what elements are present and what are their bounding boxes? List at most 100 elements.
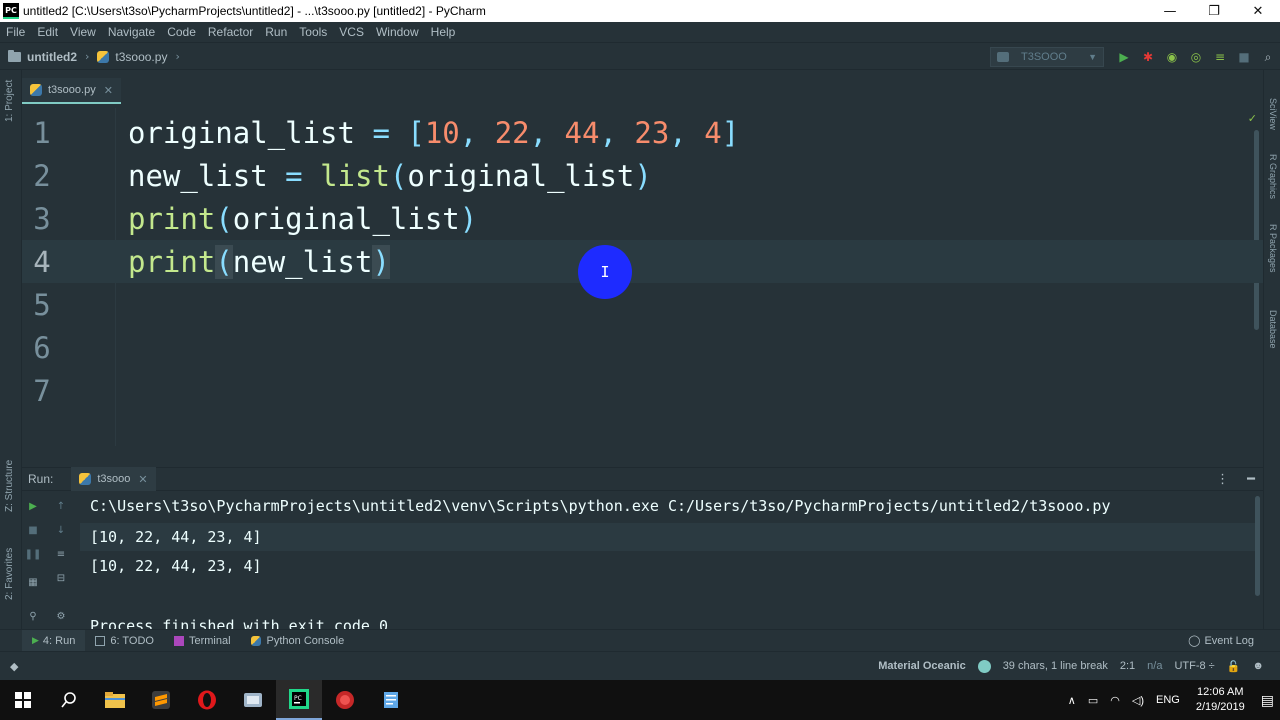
- breadcrumb-file[interactable]: t3sooo.py: [97, 50, 167, 64]
- editor-tabs: t3sooo.py ✕: [22, 78, 1263, 104]
- tray-expand-icon[interactable]: ∧: [1062, 694, 1082, 707]
- run-button[interactable]: ▶: [1112, 45, 1136, 69]
- editor-tab-t3sooo[interactable]: t3sooo.py ✕: [22, 78, 121, 104]
- virtualbox-icon[interactable]: [230, 680, 276, 720]
- search-icon[interactable]: [46, 680, 92, 720]
- hide-panel-icon[interactable]: ━: [1247, 472, 1255, 487]
- caret-position[interactable]: 2:1: [1120, 660, 1135, 672]
- line-separator-info[interactable]: n/a: [1147, 660, 1162, 672]
- soft-wrap-icon[interactable]: ≡: [54, 547, 68, 561]
- screen-recorder-icon[interactable]: [322, 680, 368, 720]
- code-text: new_list = list(original_list): [128, 158, 652, 193]
- breadcrumb-separator-icon: ›: [85, 50, 90, 63]
- run-tab-t3sooo[interactable]: t3sooo ✕: [71, 467, 156, 491]
- volume-icon[interactable]: ◁): [1126, 694, 1150, 707]
- pin-tab-icon[interactable]: ⚲: [26, 609, 40, 623]
- tool-tab-python-console[interactable]: Python Console: [241, 630, 355, 652]
- battery-icon[interactable]: ▭: [1082, 694, 1104, 707]
- breadcrumb-separator-icon: ›: [175, 50, 180, 63]
- concurrency-diagram-button[interactable]: ≡: [1208, 45, 1232, 69]
- structure-tool-tab[interactable]: Z: Structure: [4, 460, 15, 512]
- minimize-button[interactable]: —: [1148, 0, 1192, 22]
- windows-start-icon[interactable]: [0, 680, 46, 720]
- profile-button[interactable]: ◎: [1184, 45, 1208, 69]
- debug-button[interactable]: ✱: [1136, 45, 1160, 69]
- tool-tab-python-console-label: Python Console: [266, 634, 345, 647]
- tool-tab-event-log-label: Event Log: [1204, 634, 1254, 647]
- restore-button[interactable]: ❐: [1192, 0, 1236, 22]
- stop-button[interactable]: ■: [1232, 45, 1256, 69]
- rerun-button[interactable]: ▶: [26, 499, 40, 513]
- settings-icon[interactable]: ⚙: [54, 609, 68, 623]
- menu-navigate[interactable]: Navigate: [102, 25, 161, 39]
- print-icon[interactable]: ⊟: [54, 571, 68, 585]
- sciview-tool-tab[interactable]: SciView: [1268, 98, 1278, 130]
- tool-tab-todo[interactable]: 6: TODO: [85, 630, 164, 652]
- selection-info: 39 chars, 1 line break: [1002, 660, 1108, 672]
- project-tool-tab[interactable]: 1: Project: [4, 80, 15, 122]
- stop-run-button[interactable]: ■: [26, 523, 40, 537]
- r-graphics-tool-tab[interactable]: R Graphics: [1268, 154, 1278, 199]
- menu-window[interactable]: Window: [370, 25, 425, 39]
- console-output-line: [10, 22, 44, 23, 4]: [90, 557, 262, 575]
- code-editor[interactable]: ✓ 1 original_list = [10, 22, 44, 23, 4] …: [22, 108, 1263, 446]
- clock[interactable]: 12:06 AM 2/19/2019: [1186, 685, 1255, 715]
- window-title: untitled2 [C:\Users\t3so\PycharmProjects…: [23, 4, 486, 18]
- menu-file[interactable]: File: [0, 25, 31, 39]
- r-packages-tool-tab[interactable]: R Packages: [1268, 224, 1278, 273]
- search-everywhere-icon[interactable]: ⌕: [1256, 45, 1280, 69]
- console-output-line: [10, 22, 44, 23, 4]: [80, 523, 1256, 551]
- run-configuration-label: T3SOOO: [1021, 51, 1067, 63]
- run-console-output[interactable]: C:\Users\t3so\PycharmProjects\untitled2\…: [80, 491, 1256, 629]
- pycharm-taskbar-icon[interactable]: PC: [276, 680, 322, 720]
- folder-icon: [8, 49, 21, 62]
- menu-refactor[interactable]: Refactor: [202, 25, 259, 39]
- tool-tab-event-log[interactable]: ◯ Event Log: [1178, 630, 1264, 652]
- code-line-1: 1 original_list = [10, 22, 44, 23, 4]: [22, 111, 1263, 154]
- more-options-icon[interactable]: ⋮: [1216, 472, 1229, 487]
- wifi-icon[interactable]: ◠: [1104, 694, 1126, 707]
- run-with-coverage-button[interactable]: ◉: [1160, 45, 1184, 69]
- svg-text:PC: PC: [294, 695, 302, 702]
- tool-tab-run-label: 4: Run: [42, 634, 76, 647]
- close-tab-icon[interactable]: ✕: [104, 84, 113, 97]
- restore-layout-icon[interactable]: ▦: [26, 575, 40, 589]
- input-language[interactable]: ENG: [1150, 694, 1186, 706]
- sublime-text-icon[interactable]: [138, 680, 184, 720]
- menu-view[interactable]: View: [64, 25, 102, 39]
- tool-windows-toggle-icon[interactable]: ◆: [10, 660, 18, 673]
- menu-code[interactable]: Code: [161, 25, 202, 39]
- pause-button[interactable]: ❚❚: [25, 547, 42, 561]
- editor-tab-label: t3sooo.py: [48, 84, 96, 96]
- console-scrollbar[interactable]: [1255, 496, 1260, 596]
- run-configuration-select[interactable]: T3SOOO ▼: [990, 47, 1104, 67]
- theme-name[interactable]: Material Oceanic: [878, 660, 965, 672]
- menu-run[interactable]: Run: [259, 25, 293, 39]
- menu-tools[interactable]: Tools: [293, 25, 333, 39]
- menu-vcs[interactable]: VCS: [333, 25, 370, 39]
- menu-edit[interactable]: Edit: [31, 25, 64, 39]
- file-explorer-icon[interactable]: [92, 680, 138, 720]
- line-number: 4: [33, 244, 51, 279]
- console-exit-line: Process finished with exit code 0: [90, 617, 389, 629]
- breadcrumb-project[interactable]: untitled2: [0, 49, 77, 64]
- down-arrow-icon[interactable]: ↓: [54, 523, 68, 537]
- opera-browser-icon[interactable]: [184, 680, 230, 720]
- tool-tab-run[interactable]: ▶ 4: Run: [22, 629, 86, 652]
- line-number: 6: [33, 330, 51, 365]
- inspector-icon[interactable]: ☻: [1252, 660, 1264, 672]
- lock-icon[interactable]: 🔓: [1227, 660, 1241, 673]
- python-file-icon: [97, 50, 110, 63]
- tool-tab-terminal[interactable]: Terminal: [164, 630, 241, 652]
- python-config-icon: [997, 52, 1009, 62]
- menu-help[interactable]: Help: [425, 25, 462, 39]
- favorites-tool-tab[interactable]: 2: Favorites: [4, 548, 15, 600]
- notifications-icon[interactable]: ▤: [1255, 692, 1280, 709]
- status-bar: ◆ Material Oceanic 39 chars, 1 line brea…: [0, 651, 1280, 680]
- file-encoding[interactable]: UTF-8 ÷: [1174, 660, 1214, 672]
- close-run-tab-icon[interactable]: ✕: [138, 473, 147, 486]
- database-tool-tab[interactable]: Database: [1268, 310, 1278, 349]
- close-window-button[interactable]: ✕: [1236, 0, 1280, 22]
- up-arrow-icon[interactable]: ↑: [54, 499, 68, 513]
- notepad-icon[interactable]: [368, 680, 414, 720]
